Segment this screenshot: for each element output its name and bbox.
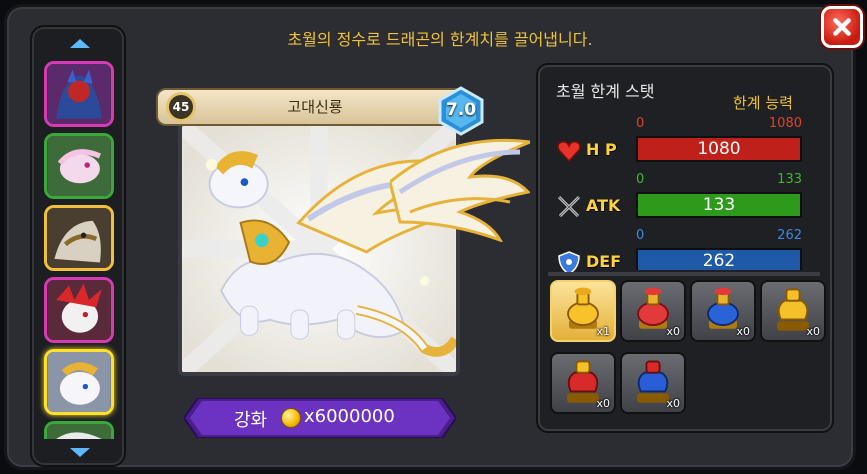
gold-coin-icon — [281, 408, 301, 428]
stats-divider — [548, 272, 820, 276]
item-count-4: x0 — [806, 325, 820, 338]
stats-panel-title: 초월 한계 스탯 — [556, 82, 655, 101]
dragon-thumb-3[interactable] — [44, 205, 114, 271]
item-slot-5[interactable]: x0 — [550, 352, 616, 414]
grade-badge: 7.0 — [436, 86, 486, 136]
hp-value: 1080 — [697, 139, 741, 159]
upgrade-label: 강화 — [234, 410, 268, 431]
dragon-thumb-1[interactable] — [44, 61, 114, 127]
heart-icon — [557, 141, 581, 163]
dragon-level-badge: 45 — [166, 92, 196, 122]
item-count-5: x0 — [596, 397, 610, 410]
atk-min: 0 — [636, 172, 645, 187]
dragon-thumb-5-selected[interactable] — [44, 349, 114, 415]
dragon-name: 고대신룡 — [287, 98, 343, 116]
green-dragon-icon — [47, 424, 111, 439]
hp-bar: 1080 — [636, 136, 802, 162]
grade-value: 7.0 — [445, 100, 477, 120]
scroll-up-icon[interactable] — [70, 39, 90, 48]
dragon-list[interactable] — [30, 25, 126, 467]
item-count-3: x0 — [736, 325, 750, 338]
red-dragon-icon — [47, 280, 111, 340]
def-max: 262 — [777, 228, 802, 243]
pink-dragon-icon — [47, 136, 111, 196]
dragon-thumb-4[interactable] — [44, 277, 114, 343]
hp-min: 0 — [636, 116, 645, 131]
armored-dragon-icon — [47, 208, 111, 268]
atk-max: 133 — [777, 172, 802, 187]
item-slot-1[interactable]: x1 — [550, 280, 616, 342]
def-label: DEF — [586, 252, 622, 271]
atk-value: 133 — [702, 195, 736, 215]
crossed-swords-icon — [557, 195, 581, 218]
hp-label: H P — [586, 140, 617, 159]
dialog-title: 초월의 정수로 드래곤의 한계치를 끌어냅니다. — [287, 30, 593, 49]
atk-bar: 133 — [636, 192, 802, 218]
close-button[interactable] — [821, 6, 863, 48]
limit-ability-label: 한계 능력 — [733, 94, 793, 112]
wing-overflow — [390, 138, 530, 242]
item-count-6: x0 — [666, 397, 680, 410]
item-count-2: x0 — [666, 325, 680, 338]
dragon-thumb-2[interactable] — [44, 133, 114, 199]
def-value: 262 — [702, 251, 736, 270]
item-slot-6[interactable]: x0 — [620, 352, 686, 414]
item-slot-3[interactable]: x0 — [690, 280, 756, 342]
hp-max: 1080 — [768, 116, 802, 131]
upgrade-cost: x6000000 — [304, 406, 395, 427]
dragon-thumb-6[interactable] — [44, 421, 114, 439]
dark-dragon-icon — [47, 64, 111, 124]
def-min: 0 — [636, 228, 645, 243]
scroll-down-icon[interactable] — [70, 448, 90, 457]
close-icon — [833, 18, 851, 36]
item-count-1: x1 — [596, 325, 610, 338]
upgrade-button[interactable]: 강화 x6000000 — [184, 398, 456, 438]
white-dragon-icon — [47, 352, 111, 412]
item-slot-4[interactable]: x0 — [760, 280, 826, 342]
item-slot-2[interactable]: x0 — [620, 280, 686, 342]
atk-label: ATK — [586, 196, 621, 215]
def-bar: 262 — [636, 248, 802, 270]
